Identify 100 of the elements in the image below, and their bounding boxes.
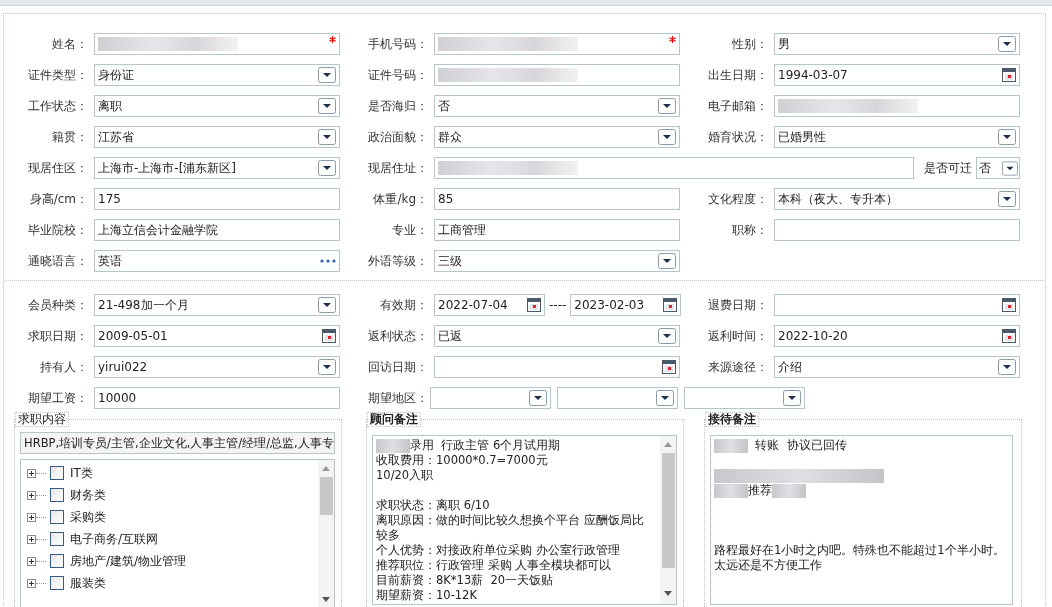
select-field[interactable]: yirui022 xyxy=(94,356,340,378)
dropdown-icon[interactable] xyxy=(529,390,547,406)
calendar-icon[interactable] xyxy=(1002,68,1016,82)
lookup-field[interactable]: 英语 xyxy=(94,250,340,272)
checkbox[interactable] xyxy=(50,532,64,546)
field-label: 通晓语言： xyxy=(27,253,89,270)
group-title: 接待备注 xyxy=(705,412,759,427)
tree-item[interactable]: 电子商务/互联网 xyxy=(70,530,159,548)
dropdown-icon[interactable] xyxy=(783,390,801,406)
tree-item[interactable]: 采购类 xyxy=(70,508,106,526)
select-field[interactable]: 群众 xyxy=(434,126,680,148)
scroll-thumb[interactable] xyxy=(319,477,333,515)
text-field[interactable] xyxy=(94,33,340,55)
dropdown-icon[interactable] xyxy=(658,328,676,344)
text-field[interactable] xyxy=(434,157,914,179)
notes-textarea[interactable]: 录用 行政主管 6个月试用期 收取费用：10000*0.7=7000元 10/20入职 求职状态：离职 6/10 离职原因：做的时间比较久想换个平台 应酬饭局比 较多 个人优势：对接政府单位采购 办公室行政管理 推荐职位：行政管理 采购 人事全模块都可以 目前薪资：8K*13薪 20一天饭贴 期望薪资：10-12K xyxy=(372,435,677,605)
expand-icon[interactable] xyxy=(27,512,36,522)
scroll-thumb[interactable] xyxy=(661,453,675,568)
expand-icon[interactable] xyxy=(27,534,36,544)
dropdown-icon[interactable] xyxy=(658,129,676,145)
scrollbar[interactable] xyxy=(660,436,676,604)
checkbox[interactable] xyxy=(50,488,64,502)
more-icon[interactable] xyxy=(320,259,336,263)
field-label: 文化程度： xyxy=(707,191,769,208)
date-field[interactable] xyxy=(434,356,680,378)
select-field[interactable]: 离职 xyxy=(94,95,340,117)
dropdown-icon[interactable] xyxy=(318,67,336,83)
date-field[interactable]: 2023-02-03 xyxy=(570,294,682,316)
text-field[interactable]: 85 xyxy=(434,188,680,210)
text-field[interactable]: 工商管理 xyxy=(434,219,680,241)
scroll-down-icon[interactable] xyxy=(322,597,330,602)
calendar-icon[interactable] xyxy=(527,298,541,312)
dropdown-icon[interactable] xyxy=(658,253,676,269)
select-field[interactable]: 否 xyxy=(976,157,1020,179)
date-field[interactable]: 2009-05-01 xyxy=(94,325,340,347)
select-field[interactable]: 21-498加一个月 xyxy=(94,294,340,316)
dropdown-icon[interactable] xyxy=(998,36,1016,52)
dropdown-icon[interactable] xyxy=(998,191,1016,207)
field-label: 职称： xyxy=(731,222,769,239)
dropdown-icon[interactable] xyxy=(656,390,674,406)
calendar-icon[interactable] xyxy=(663,298,678,312)
field-label: 期望地区： xyxy=(367,390,429,407)
field-label: 政治面貌： xyxy=(367,129,429,146)
checkbox[interactable] xyxy=(50,466,64,480)
dropdown-icon[interactable] xyxy=(998,359,1016,375)
text-field[interactable]: 10000 xyxy=(94,387,340,409)
checkbox[interactable] xyxy=(50,576,64,590)
expand-icon[interactable] xyxy=(27,578,36,588)
field-label: 外语等级： xyxy=(367,253,429,270)
calendar-icon[interactable] xyxy=(662,360,676,374)
note-text: 转账 协议已回传 xyxy=(754,438,847,453)
select-field[interactable]: 否 xyxy=(434,95,680,117)
field-label: 证件号码： xyxy=(367,67,429,84)
select-field[interactable]: 本科（夜大、专升本） xyxy=(774,188,1020,210)
tree-item[interactable]: 财务类 xyxy=(70,486,106,504)
calendar-icon[interactable] xyxy=(1002,329,1016,343)
dropdown-icon[interactable] xyxy=(318,98,336,114)
text-field[interactable] xyxy=(774,95,1020,117)
select-field[interactable]: 男 xyxy=(774,33,1020,55)
select-field[interactable]: 介绍 xyxy=(774,356,1020,378)
select-field[interactable]: 上海市-上海市-[浦东新区] xyxy=(94,157,340,179)
date-field[interactable]: 1994-03-07 xyxy=(774,64,1020,86)
field-label: 持有人： xyxy=(39,359,89,376)
scrollbar[interactable] xyxy=(318,460,334,607)
scroll-up-icon[interactable] xyxy=(322,466,330,471)
select-field[interactable]: 已返 xyxy=(434,325,680,347)
dropdown-icon[interactable] xyxy=(318,160,336,176)
scroll-down-icon[interactable] xyxy=(664,591,672,596)
expand-icon[interactable] xyxy=(27,468,36,478)
note-text: 求职状态：离职 6/10 xyxy=(376,498,490,513)
checkbox[interactable] xyxy=(50,510,64,524)
tree-item[interactable]: IT类 xyxy=(70,464,93,482)
calendar-icon[interactable] xyxy=(1002,298,1016,312)
dropdown-icon[interactable] xyxy=(998,129,1016,145)
dropdown-icon[interactable] xyxy=(658,98,676,114)
select-field[interactable]: 江苏省 xyxy=(94,126,340,148)
tree-item[interactable]: 房地产/建筑/物业管理 xyxy=(70,552,187,570)
dropdown-icon[interactable] xyxy=(318,129,336,145)
dropdown-icon[interactable] xyxy=(318,297,336,313)
select-field[interactable]: 三级 xyxy=(434,250,680,272)
tree-item[interactable]: 服装类 xyxy=(70,574,106,592)
checkbox[interactable] xyxy=(50,554,64,568)
dropdown-icon[interactable] xyxy=(318,359,336,375)
select-field[interactable]: 已婚男性 xyxy=(774,126,1020,148)
dropdown-icon[interactable] xyxy=(1002,160,1018,176)
date-field[interactable]: 2022-10-20 xyxy=(774,325,1020,347)
date-field[interactable] xyxy=(774,294,1020,316)
text-field[interactable] xyxy=(434,64,680,86)
calendar-icon[interactable] xyxy=(322,329,336,343)
notes-textarea[interactable]: 转账 协议已回传 推荐 路程最好在1小时之内吧。特殊也不能超过1个半小时。 太远还是不方便工作 xyxy=(710,435,1013,605)
expand-icon[interactable] xyxy=(27,490,36,500)
text-field[interactable] xyxy=(774,219,1020,241)
expand-icon[interactable] xyxy=(27,556,36,566)
text-field[interactable]: 上海立信会计金融学院 xyxy=(94,219,340,241)
field-label: 来源途径： xyxy=(707,359,769,376)
date-field[interactable]: 2022-07-04 xyxy=(434,294,545,316)
text-field[interactable]: 175 xyxy=(94,188,340,210)
scroll-up-icon[interactable] xyxy=(664,442,672,447)
text-field[interactable] xyxy=(434,33,680,55)
select-field[interactable]: 身份证 xyxy=(94,64,340,86)
